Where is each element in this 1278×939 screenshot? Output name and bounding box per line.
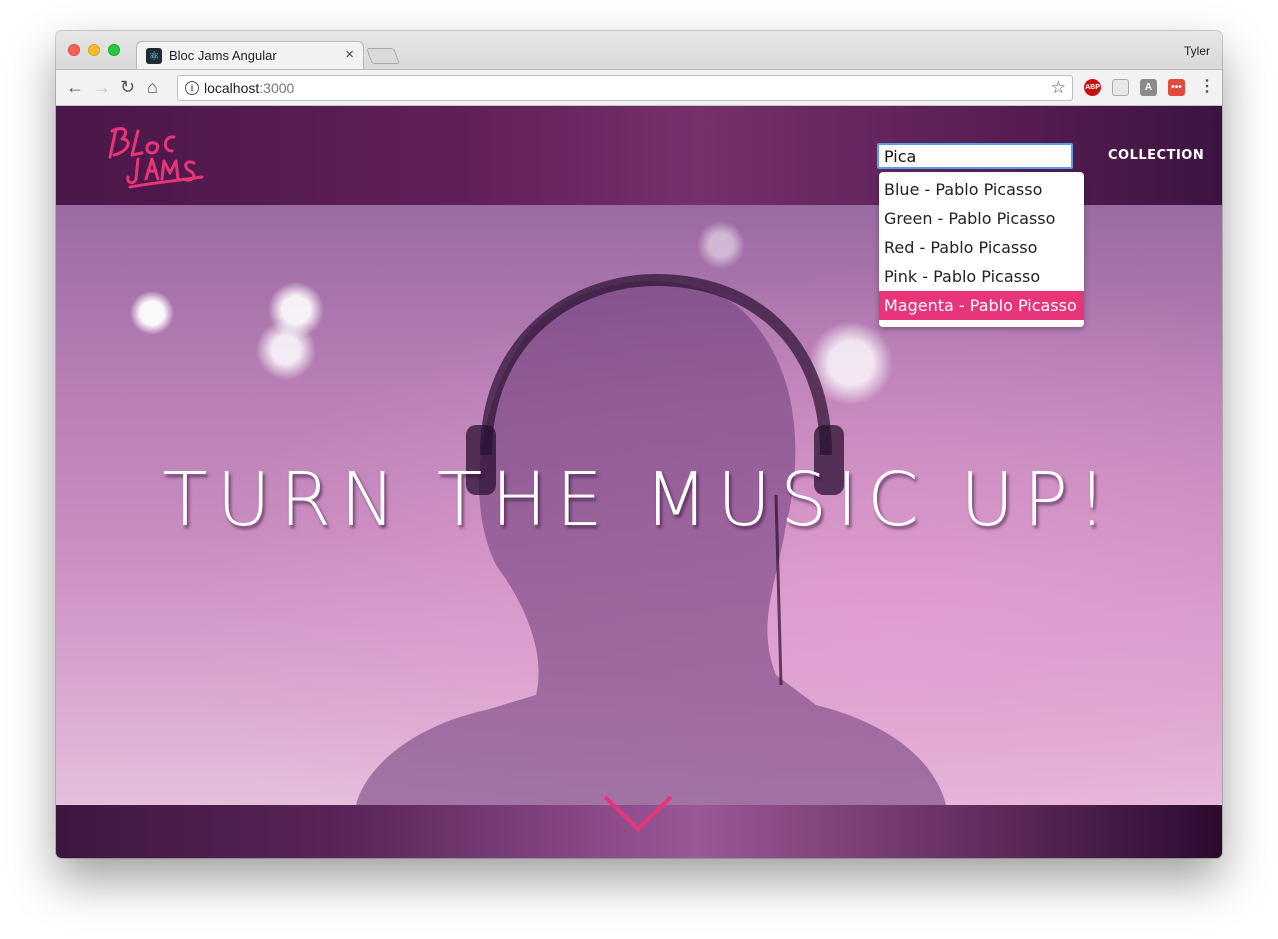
- bookmark-star-icon[interactable]: ☆: [1051, 78, 1066, 98]
- maximize-window-button[interactable]: [108, 44, 120, 56]
- scroll-down-chevron-icon[interactable]: [602, 794, 674, 834]
- angular-extension-icon[interactable]: A: [1140, 79, 1157, 96]
- search-input[interactable]: [877, 143, 1073, 169]
- tab-strip: ⚛ Bloc Jams Angular × Tyler: [56, 31, 1222, 69]
- extension-dots-icon[interactable]: •••: [1168, 79, 1185, 96]
- back-arrow-icon[interactable]: ←: [66, 75, 84, 99]
- extension-icon[interactable]: [1112, 79, 1129, 96]
- react-favicon-icon: ⚛: [146, 48, 162, 64]
- home-icon[interactable]: ⌂: [147, 75, 158, 99]
- close-window-button[interactable]: [68, 44, 80, 56]
- url-port: :3000: [259, 80, 295, 96]
- forward-arrow-icon[interactable]: →: [93, 75, 111, 99]
- tab-title: Bloc Jams Angular: [169, 48, 277, 63]
- suggestion-item[interactable]: Blue - Pablo Picasso: [879, 175, 1084, 204]
- info-icon[interactable]: i: [185, 81, 199, 95]
- browser-menu-icon[interactable]: ⋮: [1199, 76, 1215, 96]
- new-tab-button[interactable]: [366, 48, 400, 64]
- tab-close-icon[interactable]: ×: [345, 46, 354, 63]
- reload-icon[interactable]: ↻: [120, 75, 135, 99]
- url-host: localhost: [204, 80, 260, 96]
- profile-name[interactable]: Tyler: [1184, 44, 1210, 58]
- suggestion-item-highlighted[interactable]: Magenta - Pablo Picasso: [879, 291, 1084, 320]
- hero-title: TURN THE MUSIC UP!: [162, 457, 1116, 543]
- url-text[interactable]: localhost:3000: [204, 80, 294, 96]
- suggestion-item[interactable]: Pink - Pablo Picasso: [879, 262, 1084, 291]
- browser-window: ⚛ Bloc Jams Angular × Tyler ← → ↻ ⌂ i lo…: [56, 31, 1222, 858]
- adblock-extension-icon[interactable]: ABP: [1084, 79, 1101, 96]
- browser-toolbar: ← → ↻ ⌂ i localhost:3000 ☆ ABP A ••• ⋮: [56, 69, 1222, 106]
- minimize-window-button[interactable]: [88, 44, 100, 56]
- suggestion-item[interactable]: Red - Pablo Picasso: [879, 233, 1084, 262]
- suggestion-item[interactable]: Green - Pablo Picasso: [879, 204, 1084, 233]
- browser-tab[interactable]: ⚛ Bloc Jams Angular ×: [136, 41, 364, 69]
- collection-link[interactable]: COLLECTION: [1108, 148, 1204, 163]
- bloc-jams-logo[interactable]: [102, 121, 206, 191]
- web-page: COLLECTION Blue - Pablo Picasso Green - …: [56, 106, 1222, 858]
- address-bar[interactable]: i localhost:3000 ☆: [177, 75, 1073, 101]
- search-suggestions-dropdown: Blue - Pablo Picasso Green - Pablo Picas…: [879, 172, 1084, 327]
